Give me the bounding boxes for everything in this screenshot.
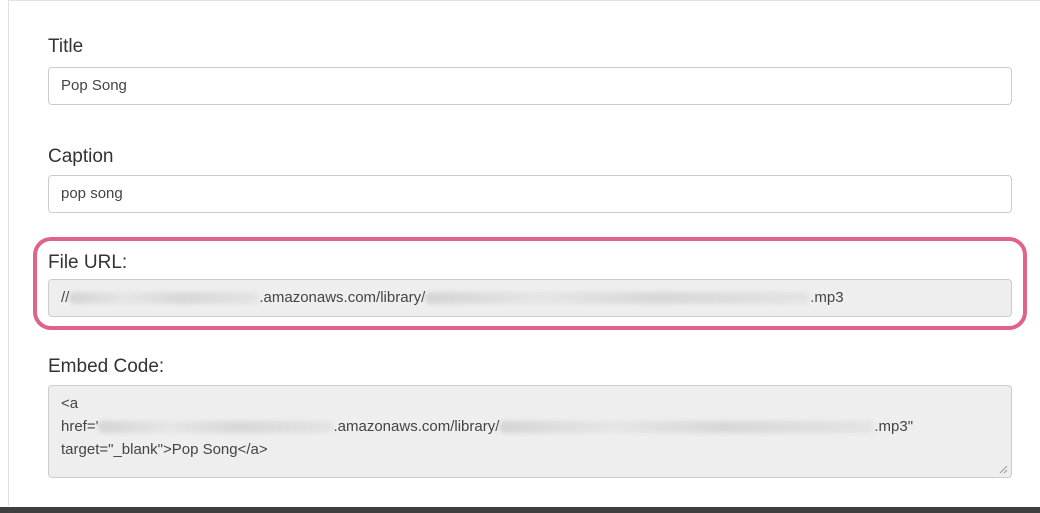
caption-label: Caption <box>48 146 114 167</box>
embed-code-href-prefix: href=' <box>61 418 99 435</box>
embed-code-label: Embed Code: <box>48 356 165 377</box>
resize-grip-icon[interactable] <box>999 465 1008 474</box>
caption-input[interactable]: pop song <box>48 175 1012 213</box>
file-url-domain: .amazonaws.com/library/ <box>259 289 426 306</box>
embed-code-domain: .amazonaws.com/library/ <box>333 418 500 435</box>
title-label: Title <box>48 36 84 57</box>
embed-code-line-3: target="_blank">Pop Song</a> <box>61 441 268 458</box>
file-url-label: File URL: <box>48 252 128 273</box>
file-url-field[interactable]: // .amazonaws.com/library/ .mp3 <box>48 279 1012 317</box>
redacted-filename <box>425 292 811 305</box>
redacted-host <box>69 292 260 305</box>
embed-code-suffix: .mp3" <box>874 418 914 435</box>
file-url-prefix: // <box>61 289 70 306</box>
title-input[interactable]: Pop Song <box>48 67 1012 105</box>
redacted-host <box>98 421 334 434</box>
bottom-border <box>0 507 1040 513</box>
file-url-suffix: .mp3 <box>810 289 844 306</box>
embed-code-textarea[interactable]: <a href=' .amazonaws.com/library/ .mp3" ta… <box>48 385 1012 478</box>
redacted-filename <box>499 421 875 434</box>
embed-code-line-1: <a <box>61 395 79 412</box>
embed-code-line-2: href=' .amazonaws.com/library/ .mp3" <box>61 415 999 438</box>
